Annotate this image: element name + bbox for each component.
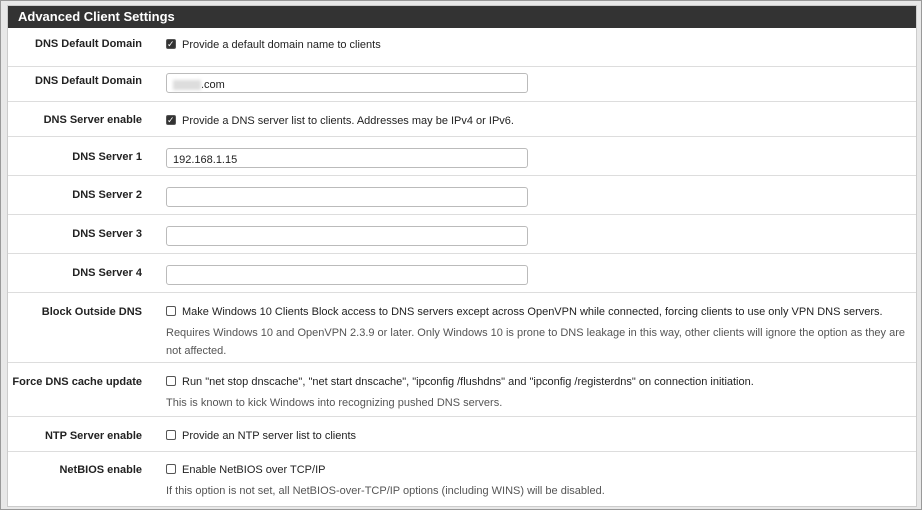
checkbox-label: Provide a DNS server list to clients. Ad… xyxy=(182,115,514,127)
dns-default-domain-input[interactable]: .com xyxy=(166,73,528,93)
field-label: DNS Server enable xyxy=(43,114,142,126)
checkbox-label: Make Windows 10 Clients Block access to … xyxy=(182,306,883,318)
checkbox-label: Provide an NTP server list to clients xyxy=(182,430,357,442)
field-label: DNS Server 3 xyxy=(72,228,142,240)
input-value: .com xyxy=(201,79,225,91)
row-force-dns-cache-update: Force DNS cache update Run "net stop dns… xyxy=(8,363,916,417)
field-label: DNS Server 2 xyxy=(72,189,142,201)
field-label: Block Outside DNS xyxy=(41,306,142,318)
row-dns-default-domain: DNS Default Domain .com xyxy=(8,67,916,102)
row-dns-server-enable: DNS Server enable Provide a DNS server l… xyxy=(8,102,916,137)
dns-default-domain-checkbox[interactable] xyxy=(166,35,176,53)
row-dns-default-domain-enable: DNS Default Domain Provide a default dom… xyxy=(8,28,916,67)
window-frame: Advanced Client Settings DNS Default Dom… xyxy=(0,0,922,510)
field-label: DNS Server 4 xyxy=(72,267,142,279)
row-netbios-enable: NetBIOS enable Enable NetBIOS over TCP/I… xyxy=(8,452,916,506)
panel-title: Advanced Client Settings xyxy=(8,6,916,28)
row-block-outside-dns: Block Outside DNS Make Windows 10 Client… xyxy=(8,293,916,363)
checkbox-label: Provide a default domain name to clients xyxy=(182,39,381,51)
ntp-server-enable-checkbox[interactable] xyxy=(166,430,176,440)
dns-server-3-input[interactable] xyxy=(166,226,528,246)
dns-server-2-input[interactable] xyxy=(166,187,528,207)
row-dns-server-3: DNS Server 3 xyxy=(8,215,916,254)
row-dns-server-1: DNS Server 1 192.168.1.15 xyxy=(8,137,916,176)
checkbox-label: Enable NetBIOS over TCP/IP xyxy=(182,464,326,476)
field-label: Force DNS cache update xyxy=(12,376,142,388)
field-label: NTP Server enable xyxy=(44,430,142,442)
help-text: This is known to kick Windows into recog… xyxy=(166,397,503,409)
row-ntp-server-enable: NTP Server enable Provide an NTP server … xyxy=(8,417,916,452)
block-outside-dns-checkbox[interactable] xyxy=(166,306,176,316)
redacted-text xyxy=(173,80,201,91)
field-label: DNS Default Domain xyxy=(35,38,142,50)
advanced-client-settings-panel: Advanced Client Settings DNS Default Dom… xyxy=(7,5,917,507)
field-label: NetBIOS enable xyxy=(59,464,142,476)
dns-server-1-input[interactable]: 192.168.1.15 xyxy=(166,148,528,168)
field-label: DNS Server 1 xyxy=(72,151,142,163)
field-label: DNS Default Domain xyxy=(35,75,142,87)
help-text: Requires Windows 10 and OpenVPN 2.3.9 or… xyxy=(166,327,906,357)
force-dns-cache-update-checkbox[interactable] xyxy=(166,376,176,386)
row-dns-server-2: DNS Server 2 xyxy=(8,176,916,215)
help-text: If this option is not set, all NetBIOS-o… xyxy=(166,485,605,497)
dns-server-4-input[interactable] xyxy=(166,265,528,285)
checkbox-label: Run "net stop dnscache", "net start dnsc… xyxy=(182,376,754,388)
row-dns-server-4: DNS Server 4 xyxy=(8,254,916,293)
netbios-enable-checkbox[interactable] xyxy=(166,464,176,474)
dns-server-enable-checkbox[interactable] xyxy=(166,111,176,129)
